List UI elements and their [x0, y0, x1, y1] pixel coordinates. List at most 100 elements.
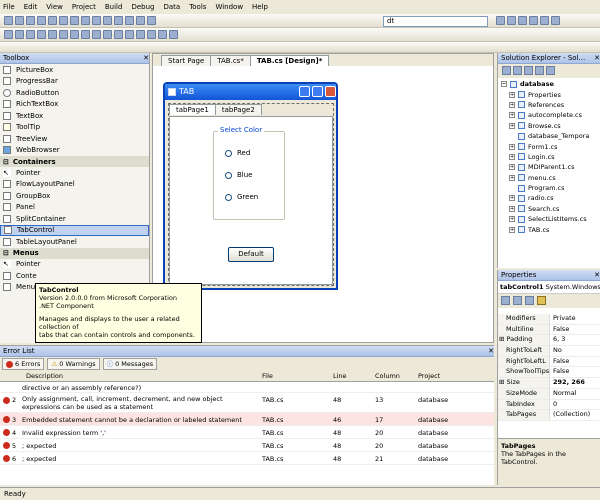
error-row[interactable]: 5 ; expected TAB.cs 48 20 database: [0, 439, 494, 452]
maximize-icon[interactable]: [312, 86, 323, 97]
col-line[interactable]: Line: [333, 372, 347, 380]
tree-item[interactable]: + Browse.cs: [501, 121, 600, 131]
menu-debug[interactable]: Debug: [131, 3, 154, 11]
expand-icon[interactable]: +: [509, 122, 515, 129]
solution-explorer-close-icon[interactable]: ✕: [594, 53, 600, 63]
collapse-icon[interactable]: −: [501, 81, 507, 88]
error-row[interactable]: 3 Embedded statement cannot be a declara…: [0, 413, 494, 426]
toolbox-item-panel[interactable]: Panel: [0, 202, 149, 214]
save-all-icon[interactable]: [48, 16, 57, 25]
property-row[interactable]: TabIndex 0: [498, 399, 600, 411]
tree-item[interactable]: + menu.cs: [501, 173, 600, 183]
toolbox-item-textbox[interactable]: TextBox: [0, 110, 149, 122]
menu-view[interactable]: View: [46, 3, 63, 11]
error-row[interactable]: 6 ; expected TAB.cs 48 21 database: [0, 452, 494, 465]
property-value[interactable]: False: [550, 325, 569, 335]
menu-help[interactable]: Help: [252, 3, 268, 11]
tree-item[interactable]: + Properties: [501, 89, 600, 99]
alphabetical-icon[interactable]: [513, 296, 522, 305]
save-icon[interactable]: [37, 16, 46, 25]
object-browser-icon[interactable]: [529, 16, 538, 25]
radio-red[interactable]: [225, 150, 232, 157]
property-value[interactable]: 6, 3: [550, 335, 565, 345]
col-file[interactable]: File: [262, 372, 273, 380]
toolbox-item-webbrowser[interactable]: WebBrowser: [0, 145, 149, 157]
property-value[interactable]: False: [550, 367, 569, 377]
tree-item[interactable]: + References: [501, 100, 600, 110]
solution-explorer-icon[interactable]: [507, 16, 516, 25]
properties-icon[interactable]: [518, 16, 527, 25]
default-button[interactable]: Default: [228, 247, 274, 262]
property-row[interactable]: RightToLeft No: [498, 346, 600, 357]
grid-icon[interactable]: [103, 30, 112, 39]
menu-tools[interactable]: Tools: [189, 3, 206, 11]
tab-page-2[interactable]: tabPage2: [214, 104, 262, 115]
error-row[interactable]: 4 Invalid expression term ',' TAB.cs 48 …: [0, 426, 494, 439]
toolbox-item-radiobutton[interactable]: RadioButton: [0, 87, 149, 99]
menu-window[interactable]: Window: [215, 3, 243, 11]
tab-page-1[interactable]: tabPage1: [169, 104, 216, 115]
menu-project[interactable]: Project: [72, 3, 96, 11]
project-node[interactable]: − database: [501, 79, 600, 89]
nav-forward-icon[interactable]: [125, 16, 134, 25]
property-value[interactable]: (Collection): [550, 410, 590, 420]
property-value[interactable]: 0: [550, 400, 557, 410]
align-middle-icon[interactable]: [48, 30, 57, 39]
expand-icon[interactable]: +: [509, 164, 515, 171]
cut-icon[interactable]: [59, 16, 68, 25]
properties-close-icon[interactable]: ✕: [594, 270, 600, 280]
align-center-icon[interactable]: [15, 30, 24, 39]
property-row[interactable]: Multiline False: [498, 324, 600, 336]
tree-item[interactable]: Program.cs: [501, 183, 600, 193]
toolbox-item-contextmenu[interactable]: Conte: [0, 270, 149, 282]
copy-icon[interactable]: [70, 16, 79, 25]
property-row[interactable]: ⊞ Size 292, 266: [498, 378, 600, 389]
expand-icon[interactable]: +: [509, 174, 515, 181]
send-back-icon[interactable]: [158, 30, 167, 39]
menu-build[interactable]: Build: [105, 3, 123, 11]
error-row[interactable]: 2 Only assignment, call, increment, decr…: [0, 393, 494, 413]
expand-icon[interactable]: +: [509, 226, 515, 233]
config-icon[interactable]: [147, 16, 156, 25]
designer-form[interactable]: TAB tabPage1 tabPage2 Select Color Red B…: [163, 82, 338, 290]
new-project-icon[interactable]: [4, 16, 13, 25]
view-code-icon[interactable]: [535, 66, 544, 75]
add-item-icon[interactable]: [15, 16, 24, 25]
tree-item[interactable]: + TAB.cs: [501, 224, 600, 234]
menu-data[interactable]: Data: [163, 3, 180, 11]
toolbox-category-containers[interactable]: ⊟ Containers: [0, 156, 149, 167]
expand-icon[interactable]: +: [509, 101, 515, 108]
property-row[interactable]: SizeMode Normal: [498, 388, 600, 400]
error-row[interactable]: directive or an assembly reference?): [0, 382, 494, 393]
toolbox-item-groupbox[interactable]: GroupBox: [0, 190, 149, 202]
property-value[interactable]: No: [550, 346, 562, 356]
property-row[interactable]: RightToLeftL False: [498, 356, 600, 368]
tree-item[interactable]: + radio.cs: [501, 193, 600, 203]
expand-icon[interactable]: +: [509, 143, 515, 150]
errors-filter-button[interactable]: 6 Errors: [2, 358, 45, 370]
toolbox-item-tabcontrol[interactable]: TabControl: [0, 224, 149, 236]
toolbox-category-menus[interactable]: ⊟ Menus: [0, 247, 149, 259]
toolbox-item-pointer[interactable]: ↖ Pointer: [0, 167, 149, 179]
close-icon[interactable]: [325, 86, 336, 97]
align-top-icon[interactable]: [37, 30, 46, 39]
property-row[interactable]: TabPages (Collection): [498, 410, 600, 421]
messages-filter-button[interactable]: ⓘ 0 Messages: [102, 358, 158, 370]
tree-item[interactable]: + Form1.cs: [501, 141, 600, 151]
radio-blue[interactable]: [225, 172, 232, 179]
view-designer-icon[interactable]: [546, 66, 555, 75]
start-page-icon[interactable]: [551, 16, 560, 25]
paste-icon[interactable]: [81, 16, 90, 25]
expand-icon[interactable]: +: [509, 91, 515, 98]
same-size-icon[interactable]: [92, 30, 101, 39]
toolbox-icon[interactable]: [540, 16, 549, 25]
property-row[interactable]: ⊞ Padding 6, 3: [498, 335, 600, 347]
tab-tab-cs[interactable]: TAB.cs*: [210, 55, 251, 66]
find-combo[interactable]: dt: [383, 16, 488, 27]
property-value[interactable]: Private: [550, 314, 576, 324]
redo-icon[interactable]: [103, 16, 112, 25]
find-icon[interactable]: [496, 16, 505, 25]
col-column[interactable]: Column: [375, 372, 400, 380]
menu-file[interactable]: File: [3, 3, 15, 11]
toolbox-item-progressbar[interactable]: ProgressBar: [0, 76, 149, 88]
